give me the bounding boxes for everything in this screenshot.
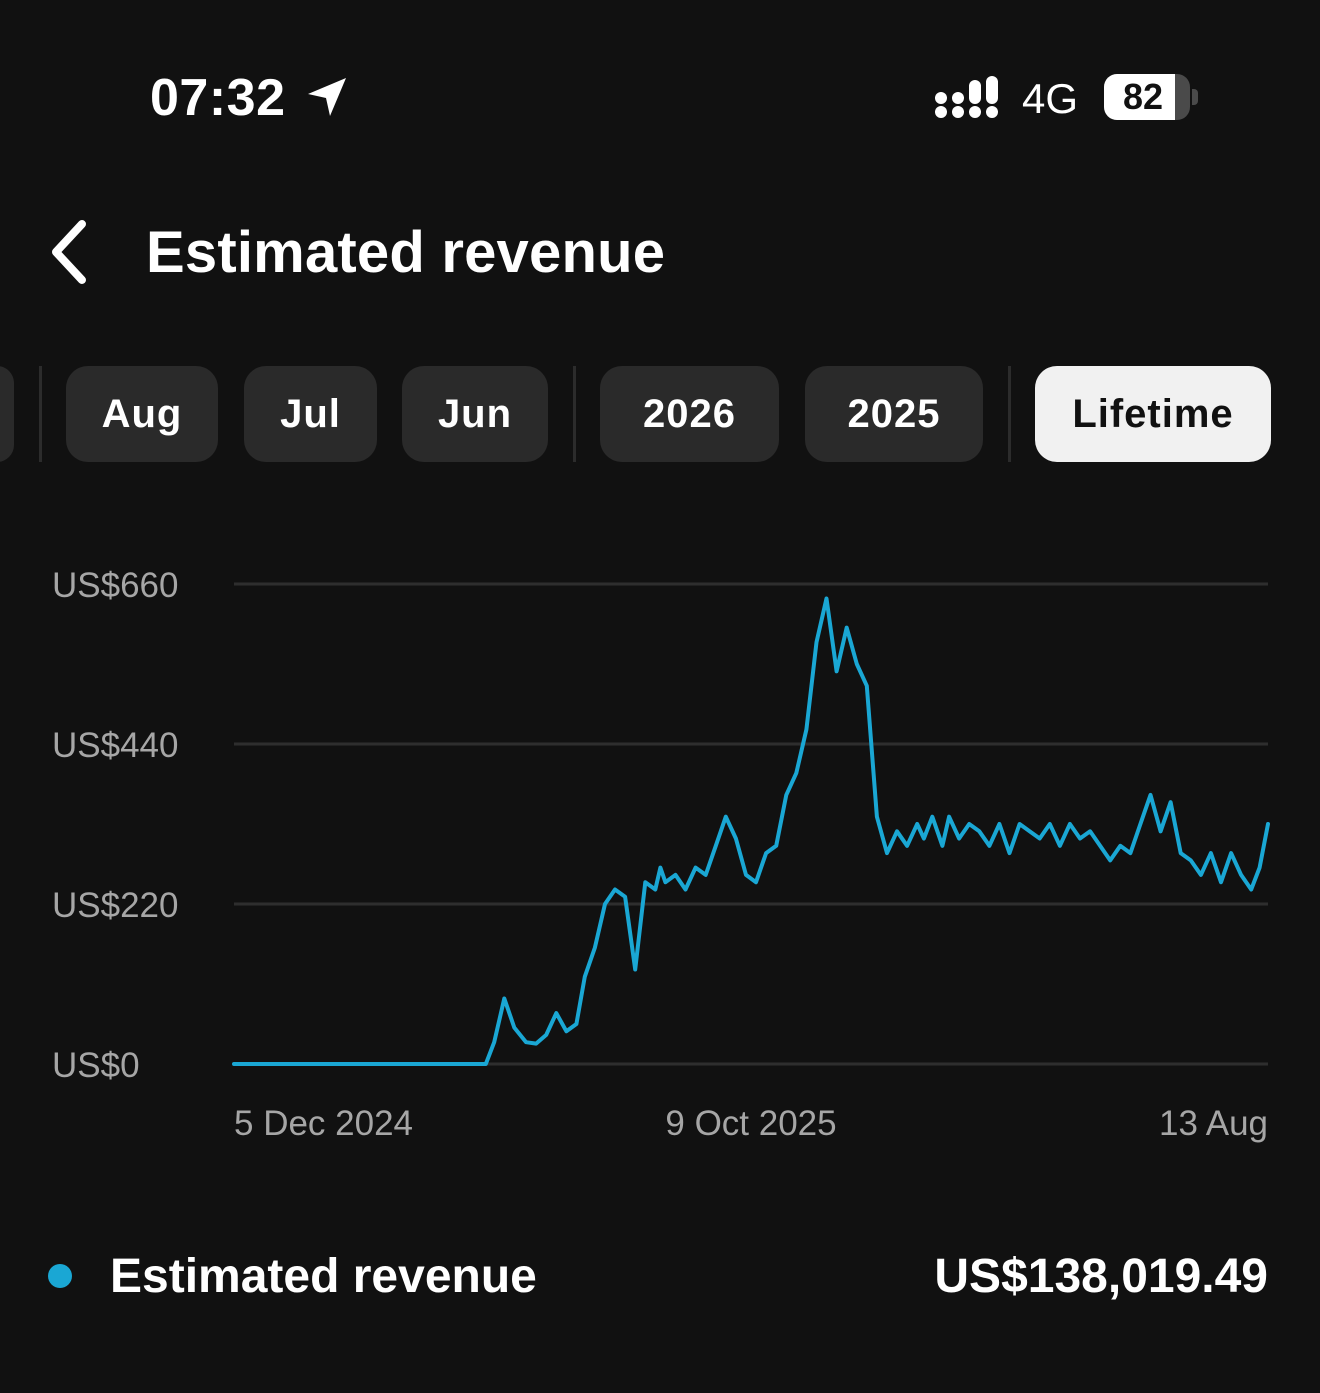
x-tick-label: 13 Aug — [1159, 1104, 1268, 1143]
x-tick-label: 5 Dec 2024 — [234, 1104, 413, 1143]
x-tick-label: 9 Oct 2025 — [665, 1104, 836, 1143]
status-time: 07:32 — [150, 69, 286, 127]
battery-indicator: 82 — [1104, 74, 1190, 120]
filter-chip-aug[interactable]: Aug — [66, 366, 218, 462]
legend-total-value: US$138,019.49 — [934, 1250, 1268, 1303]
revenue-chart: US$0 US$220 US$440 US$660 5 Dec 2024 9 Oct 2… — [52, 566, 1270, 1143]
filter-divider — [573, 366, 576, 462]
filter-chip-jul[interactable]: Jul — [244, 366, 377, 462]
signal-bars-icon — [935, 76, 998, 118]
battery-nub — [1192, 89, 1198, 105]
filter-divider — [39, 366, 42, 462]
location-arrow-icon — [308, 78, 346, 116]
legend-dot — [48, 1264, 72, 1288]
legend-label: Estimated revenue — [110, 1250, 537, 1303]
network-type: 4G — [1022, 75, 1079, 122]
filter-chip-2026[interactable]: 2026 — [600, 366, 779, 462]
period-filter-row: Aug Jul Jun 2026 2025 Lifetime — [0, 366, 1320, 462]
filter-chip-lifetime[interactable]: Lifetime — [1035, 366, 1271, 462]
series-line-estimated-revenue — [232, 596, 1270, 1066]
y-tick-label: US$660 — [52, 566, 178, 605]
y-tick-label: US$440 — [52, 726, 178, 765]
battery-percent: 82 — [1122, 76, 1164, 117]
filter-divider — [1008, 366, 1011, 462]
chevron-left-icon — [52, 220, 86, 284]
y-tick-label: US$220 — [52, 886, 178, 925]
filter-chip-previous[interactable] — [0, 366, 14, 462]
page-title: Estimated revenue — [146, 220, 666, 285]
filter-chip-jun[interactable]: Jun — [402, 366, 548, 462]
filter-chip-2025[interactable]: 2025 — [805, 366, 983, 462]
y-tick-label: US$0 — [52, 1046, 140, 1085]
back-button[interactable] — [40, 214, 110, 290]
